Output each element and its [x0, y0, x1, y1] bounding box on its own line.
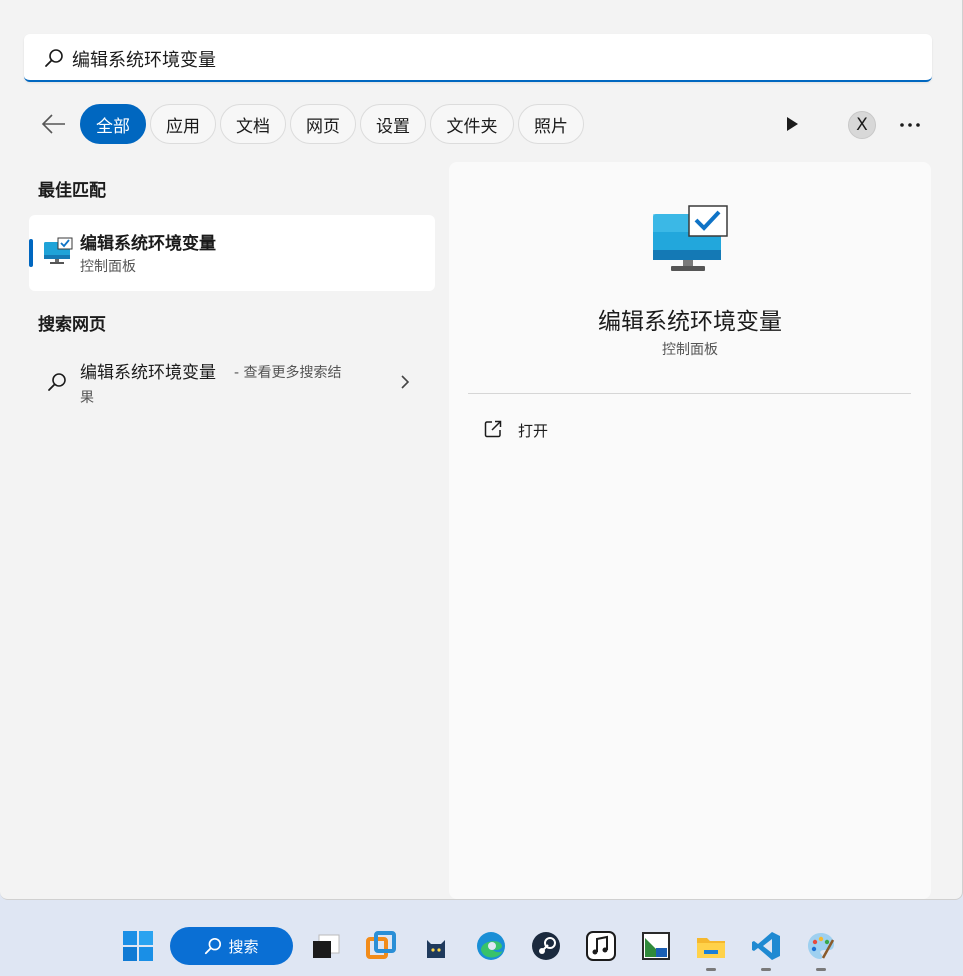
- search-panel: 编辑系统环境变量 全部 应用 文档 网页 设置 文件夹 照片 X 最佳匹配 编辑…: [0, 0, 963, 900]
- taskbar-search-label: 搜索: [228, 937, 259, 956]
- divider: [468, 393, 911, 394]
- running-indicator: [706, 968, 716, 971]
- open-external-icon[interactable]: [483, 419, 503, 439]
- web-search-suffix-wrap: 果: [80, 390, 94, 406]
- more-options-icon[interactable]: [898, 122, 922, 128]
- running-indicator: [816, 968, 826, 971]
- filter-apps[interactable]: 应用: [150, 104, 216, 144]
- taskbar-search-button[interactable]: 搜索: [170, 927, 293, 965]
- best-match-title: 编辑系统环境变量: [80, 234, 216, 254]
- best-match-subtitle: 控制面板: [80, 259, 136, 275]
- file-explorer-icon[interactable]: [695, 930, 727, 962]
- filter-all[interactable]: 全部: [80, 104, 146, 144]
- cat-app-icon[interactable]: [420, 930, 452, 962]
- detail-subtitle: 控制面板: [662, 342, 718, 358]
- vmware-icon[interactable]: [365, 930, 397, 962]
- chevron-right-icon: [401, 375, 410, 389]
- search-icon: [45, 49, 63, 67]
- start-icon[interactable]: [122, 930, 154, 962]
- running-indicator: [761, 968, 771, 971]
- filter-web[interactable]: 网页: [290, 104, 356, 144]
- steam-icon[interactable]: [530, 930, 562, 962]
- edge-icon[interactable]: [475, 930, 507, 962]
- filter-folders[interactable]: 文件夹: [430, 104, 514, 144]
- best-match-heading: 最佳匹配: [38, 181, 106, 201]
- search-box[interactable]: 编辑系统环境变量: [24, 34, 932, 82]
- task-view-icon[interactable]: [310, 930, 342, 962]
- play-icon[interactable]: [782, 114, 802, 134]
- best-match-result[interactable]: 编辑系统环境变量 控制面板: [29, 215, 435, 291]
- web-search-heading: 搜索网页: [38, 315, 106, 335]
- filter-documents[interactable]: 文档: [220, 104, 286, 144]
- system-properties-icon: [44, 237, 73, 264]
- search-icon: [48, 373, 66, 391]
- web-search-query: 编辑系统环境变量: [80, 363, 216, 383]
- web-search-result[interactable]: 编辑系统环境变量 - 查看更多搜索结 果: [29, 350, 435, 416]
- image-viewer-icon[interactable]: [640, 930, 672, 962]
- system-properties-icon: [653, 205, 728, 271]
- detail-pane: 编辑系统环境变量 控制面板 打开: [449, 162, 931, 899]
- filter-settings[interactable]: 设置: [360, 104, 426, 144]
- music-icon[interactable]: [585, 930, 617, 962]
- vscode-icon[interactable]: [750, 930, 782, 962]
- filter-photos[interactable]: 照片: [518, 104, 584, 144]
- paint-icon[interactable]: [805, 930, 837, 962]
- back-arrow-icon[interactable]: [40, 112, 68, 136]
- account-avatar[interactable]: X: [848, 111, 876, 139]
- search-input[interactable]: 编辑系统环境变量: [72, 46, 216, 72]
- open-action[interactable]: 打开: [518, 420, 548, 441]
- taskbar: 搜索: [0, 916, 963, 976]
- selection-indicator: [29, 239, 33, 267]
- search-icon: [205, 937, 222, 955]
- detail-title: 编辑系统环境变量: [598, 309, 782, 335]
- web-search-suffix: - 查看更多搜索结: [234, 365, 342, 381]
